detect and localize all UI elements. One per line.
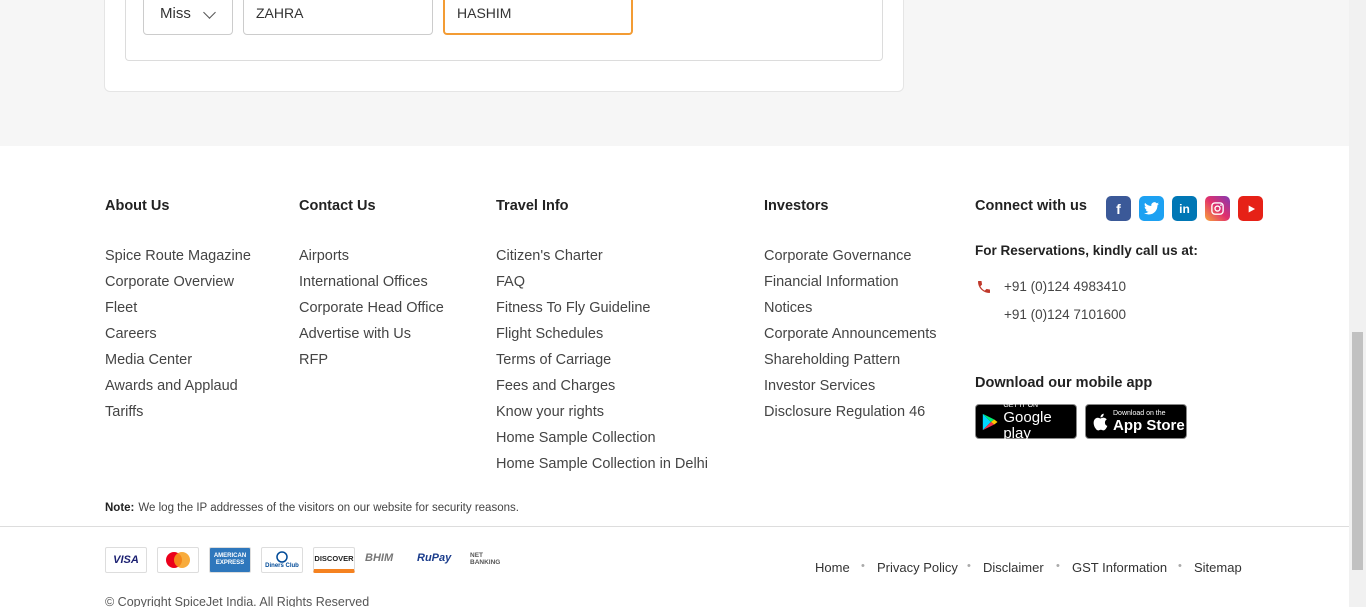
rupay-logo: RuPay <box>417 552 452 564</box>
note-text: We log the IP addresses of the visitors … <box>138 502 519 514</box>
title-select[interactable]: Miss <box>143 0 233 35</box>
footer-link[interactable]: FAQ <box>496 273 708 299</box>
app-store-button[interactable]: Download on the App Store <box>1085 404 1187 439</box>
separator-dot: • <box>1178 560 1182 572</box>
footer-heading-travel: Travel Info <box>496 198 569 214</box>
footer-column-about: About Us Spice Route Magazine Corporate … <box>105 198 251 429</box>
youtube-icon[interactable] <box>1238 196 1263 221</box>
last-name-input[interactable]: HASHIM <box>443 0 633 35</box>
page-scrollbar[interactable] <box>1349 0 1366 607</box>
footer-column-contact: Contact Us Airports International Office… <box>299 198 444 377</box>
facebook-icon[interactable]: f <box>1106 196 1131 221</box>
copyright-text: © Copyright SpiceJet India. All Rights R… <box>105 595 370 607</box>
footer-link[interactable]: Media Center <box>105 351 251 377</box>
footer-link[interactable]: Tariffs <box>105 403 251 429</box>
footer-link[interactable]: Awards and Applaud <box>105 377 251 403</box>
phone-icon <box>976 279 992 295</box>
bottom-link-privacy[interactable]: Privacy Policy <box>877 560 958 575</box>
passenger-form-card: Miss ZAHRA HASHIM <box>104 0 904 92</box>
connect-heading: Connect with us <box>975 198 1087 214</box>
footer-link[interactable]: Investor Services <box>764 377 937 403</box>
twitter-icon[interactable] <box>1139 196 1164 221</box>
footer-link[interactable]: Fleet <box>105 299 251 325</box>
footer-heading-about: About Us <box>105 198 170 214</box>
bottom-link-disclaimer[interactable]: Disclaimer <box>983 560 1044 575</box>
footer-link[interactable]: Fees and Charges <box>496 377 708 403</box>
footer-link[interactable]: RFP <box>299 351 444 377</box>
visa-logo: VISA <box>105 547 147 573</box>
footer-link[interactable]: Shareholding Pattern <box>764 351 937 377</box>
separator-dot: • <box>861 560 865 572</box>
footer-link[interactable]: Corporate Overview <box>105 273 251 299</box>
footer-link[interactable]: Citizen's Charter <box>496 247 708 273</box>
passenger-name-row: Miss ZAHRA HASHIM <box>125 0 883 61</box>
apple-icon <box>1093 413 1108 430</box>
mastercard-logo <box>157 547 199 573</box>
footer-divider <box>0 526 1349 527</box>
footer-column-travel: Travel Info Citizen's Charter FAQ Fitnes… <box>496 198 708 481</box>
bhim-logo: BHIM <box>365 552 394 564</box>
instagram-icon[interactable] <box>1205 196 1230 221</box>
first-name-input[interactable]: ZAHRA <box>243 0 433 35</box>
phone-number-1[interactable]: +91 (0)124 4983410 <box>1004 279 1126 294</box>
google-play-big: Google play <box>1003 408 1052 442</box>
google-play-icon <box>982 413 998 430</box>
amex-logo: AMERICAN EXPRESS <box>209 547 251 573</box>
footer-link[interactable]: Corporate Governance <box>764 247 937 273</box>
footer-link[interactable]: Notices <box>764 299 937 325</box>
footer-link[interactable]: Airports <box>299 247 444 273</box>
footer-link[interactable]: Financial Information <box>764 273 937 299</box>
footer-link[interactable]: Know your rights <box>496 403 708 429</box>
linkedin-icon[interactable]: in <box>1172 196 1197 221</box>
footer-heading-investors: Investors <box>764 198 829 214</box>
chevron-down-icon <box>203 6 216 19</box>
security-note: Note: We log the IP addresses of the visi… <box>105 502 519 514</box>
reservations-label: For Reservations, kindly call us at: <box>975 243 1198 258</box>
footer-link[interactable]: Disclosure Regulation 46 <box>764 403 937 429</box>
footer-link[interactable]: Fitness To Fly Guideline <box>496 299 708 325</box>
scrollbar-thumb[interactable] <box>1352 332 1363 570</box>
footer-heading-contact: Contact Us <box>299 198 376 214</box>
footer-link[interactable]: Advertise with Us <box>299 325 444 351</box>
footer-link[interactable]: Home Sample Collection <box>496 429 708 455</box>
footer-link[interactable]: Corporate Head Office <box>299 299 444 325</box>
footer-link[interactable]: Corporate Announcements <box>764 325 937 351</box>
separator-dot: • <box>967 560 971 572</box>
phone-number-2[interactable]: +91 (0)124 7101600 <box>1004 307 1126 322</box>
separator-dot: • <box>1056 560 1060 572</box>
footer-link[interactable]: International Offices <box>299 273 444 299</box>
bottom-link-gst[interactable]: GST Information <box>1072 560 1167 575</box>
diners-club-logo: Diners Club <box>261 547 303 573</box>
title-select-value: Miss <box>160 4 191 22</box>
google-play-button[interactable]: GET IT ON Google play <box>975 402 1077 442</box>
app-store-big: App Store <box>1113 416 1185 434</box>
footer-link[interactable]: Flight Schedules <box>496 325 708 351</box>
footer-link[interactable]: Terms of Carriage <box>496 351 708 377</box>
bottom-link-sitemap[interactable]: Sitemap <box>1194 560 1242 575</box>
note-label: Note: <box>105 502 135 514</box>
download-app-heading: Download our mobile app <box>975 375 1153 391</box>
footer-link[interactable]: Home Sample Collection in Delhi <box>496 455 708 481</box>
discover-logo: DISCOVER <box>313 547 355 573</box>
bottom-link-home[interactable]: Home <box>815 560 850 575</box>
footer-link[interactable]: Careers <box>105 325 251 351</box>
diners-club-text: Diners Club <box>265 563 299 569</box>
net-banking-logo: NET BANKING <box>470 552 501 566</box>
page-background-section: Miss ZAHRA HASHIM <box>0 0 1349 146</box>
footer-column-investors: Investors Corporate Governance Financial… <box>764 198 937 429</box>
footer-link[interactable]: Spice Route Magazine <box>105 247 251 273</box>
